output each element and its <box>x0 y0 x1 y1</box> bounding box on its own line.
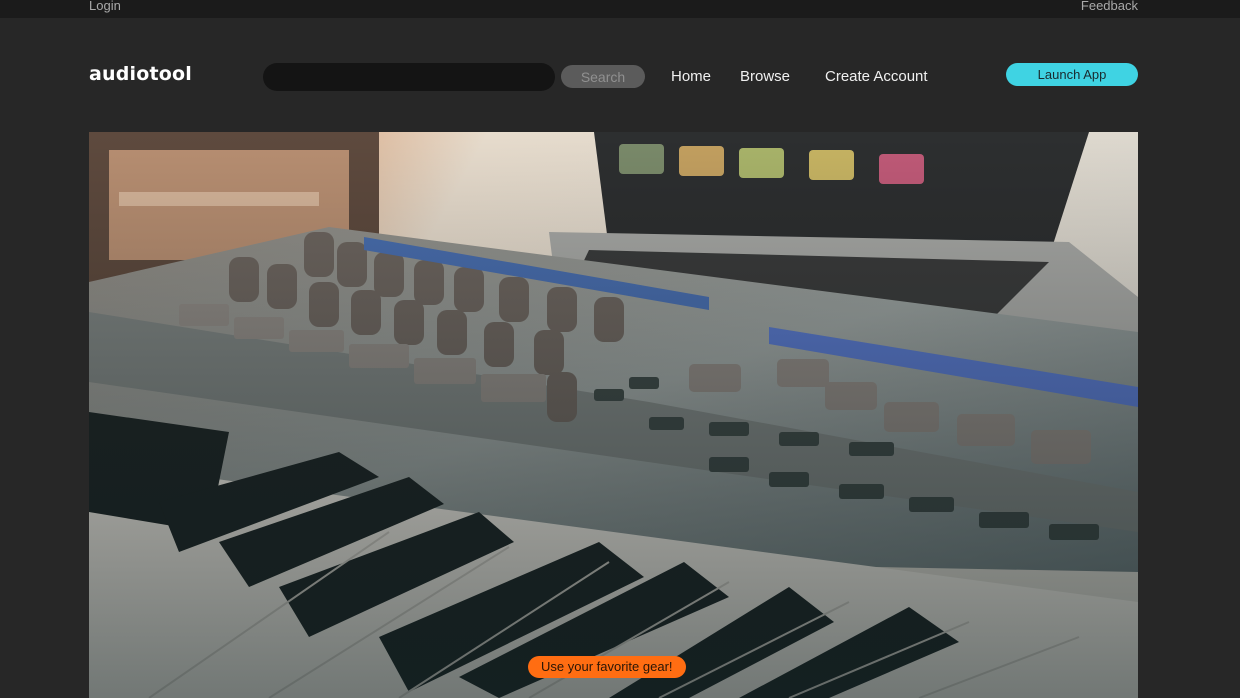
search-button[interactable]: Search <box>561 65 645 88</box>
audiotool-logo[interactable]: audiotool <box>89 63 192 85</box>
nav-home[interactable]: Home <box>671 68 711 85</box>
top-bar: Login Feedback <box>0 0 1240 18</box>
launch-app-button[interactable]: Launch App <box>1006 63 1138 86</box>
nav-browse[interactable]: Browse <box>740 68 790 85</box>
hero-image <box>89 132 1138 698</box>
feedback-link[interactable]: Feedback <box>1081 0 1138 13</box>
midi-keyboard-illustration <box>89 132 1138 698</box>
nav-create-account[interactable]: Create Account <box>825 68 928 85</box>
hero-caption-badge: Use your favorite gear! <box>528 656 686 678</box>
login-link[interactable]: Login <box>89 0 121 13</box>
search-input[interactable] <box>263 63 555 91</box>
